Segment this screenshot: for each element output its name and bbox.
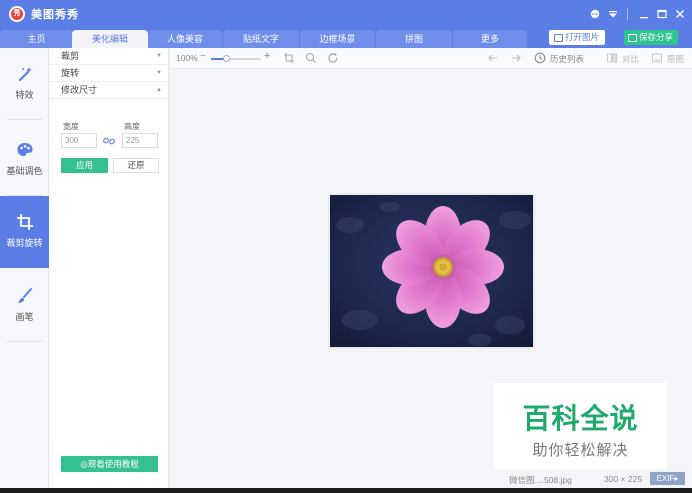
- app-title: 美图秀秀: [31, 9, 79, 21]
- rail-item-brush[interactable]: 画笔: [0, 270, 49, 342]
- left-rail: 特效 基础调色 裁剪旋转 画笔: [0, 48, 49, 488]
- exif-label: EXIF: [656, 474, 675, 483]
- rail-item-label: 基础调色: [6, 166, 43, 176]
- tab-collage[interactable]: 拼图: [376, 30, 452, 48]
- exif-button[interactable]: EXIF▸: [650, 472, 685, 485]
- rail-item-effects[interactable]: 特效: [0, 48, 49, 120]
- rail-divider: [6, 341, 43, 342]
- title-divider: [627, 8, 628, 20]
- rail-item-basic-color[interactable]: 基础调色: [0, 124, 49, 196]
- chevron-down-icon: ▼: [156, 53, 162, 59]
- close-icon[interactable]: [672, 6, 688, 22]
- canvas-toolbar: 100% − + 历史列表 对比 原图: [170, 48, 692, 69]
- open-image-button[interactable]: 打开图片: [549, 30, 605, 45]
- section-label: 裁剪: [61, 51, 80, 61]
- image-dimensions: 300 × 225: [604, 474, 643, 484]
- chevron-down-icon: ▼: [156, 70, 162, 76]
- save-share-button[interactable]: 保存分享: [624, 30, 678, 45]
- main-tabs: 主页 美化编辑 人像美容 贴纸文字 边框场景 拼图 更多 打开图片 保存分享: [0, 28, 692, 48]
- os-taskbar: [0, 488, 692, 493]
- chevron-right-icon: ▸: [674, 474, 679, 483]
- tool-panel: 裁剪 ▼ 旋转 ▼ 修改尺寸 ▲ 宽度 高度 应用 还原 ◎观看使用教程: [49, 48, 169, 488]
- status-bar: 微信图....508.jpg 300 × 225 EXIF▸: [170, 470, 692, 488]
- save-share-label: 保存分享: [639, 32, 674, 42]
- edited-photo-cosmos-flower[interactable]: [330, 195, 533, 347]
- height-input[interactable]: [122, 133, 158, 148]
- zoom-slider[interactable]: [211, 55, 261, 62]
- tab-sticker-text[interactable]: 贴纸文字: [223, 30, 299, 48]
- undo-arrow-icon[interactable]: [487, 52, 499, 64]
- rail-item-label: 裁剪旋转: [6, 238, 43, 248]
- tab-beautify-edit[interactable]: 美化编辑: [72, 30, 148, 48]
- original-image-button[interactable]: 原图: [667, 53, 684, 65]
- zoom-in-icon[interactable]: +: [264, 50, 270, 62]
- settings-menu-icon[interactable]: [605, 6, 621, 22]
- title-bar: 秀 美图秀秀: [0, 0, 692, 28]
- tab-more[interactable]: 更多: [453, 30, 527, 48]
- section-rotate[interactable]: 旋转 ▼: [49, 65, 168, 82]
- redo-arrow-icon[interactable]: [510, 52, 522, 64]
- section-label: 修改尺寸: [61, 85, 98, 95]
- feedback-icon[interactable]: [587, 6, 603, 22]
- compare-button[interactable]: 对比: [622, 53, 639, 65]
- tab-portrait[interactable]: 人像美容: [148, 30, 222, 48]
- reset-button[interactable]: 还原: [113, 158, 159, 173]
- maximize-icon[interactable]: [654, 6, 670, 22]
- height-label: 高度: [124, 122, 140, 131]
- chevron-up-icon: ▲: [156, 87, 162, 93]
- width-input[interactable]: [61, 133, 97, 148]
- brush-icon: [15, 286, 35, 306]
- original-image-icon[interactable]: [651, 52, 663, 64]
- apply-button[interactable]: 应用: [61, 158, 108, 173]
- open-image-label: 打开图片: [565, 32, 600, 42]
- file-name: 微信图....508.jpg: [509, 475, 572, 485]
- image-icon: [554, 33, 563, 42]
- palette-icon: [15, 140, 35, 160]
- zoom-out-icon[interactable]: −: [200, 51, 206, 62]
- app-logo-icon: 秀: [9, 6, 25, 22]
- compare-icon[interactable]: [606, 52, 618, 64]
- zoom-slider-handle[interactable]: [223, 55, 230, 62]
- zoom-level-label: 100%: [176, 53, 198, 63]
- tab-home[interactable]: 主页: [0, 30, 73, 48]
- magic-wand-icon: [15, 64, 35, 84]
- watermark-badge: 百科全说 助你轻松解决: [494, 383, 667, 469]
- magnify-icon[interactable]: [305, 52, 317, 64]
- section-resize[interactable]: 修改尺寸 ▲: [49, 82, 168, 99]
- rail-item-label: 画笔: [15, 312, 34, 322]
- window-controls: [585, 0, 688, 28]
- section-crop[interactable]: 裁剪 ▼: [49, 48, 168, 65]
- fit-crop-icon[interactable]: [283, 52, 295, 64]
- section-label: 旋转: [61, 68, 80, 78]
- rail-item-label: 特效: [15, 90, 34, 100]
- rail-divider: [6, 119, 43, 120]
- watermark-title: 百科全说: [522, 402, 639, 435]
- minimize-icon[interactable]: [636, 6, 652, 22]
- rotate-refresh-icon[interactable]: [327, 52, 339, 64]
- export-icon: [628, 33, 637, 42]
- history-list-button[interactable]: 历史列表: [550, 53, 584, 65]
- app-logo-mark: 秀: [11, 8, 23, 20]
- history-clock-icon[interactable]: [534, 52, 546, 64]
- rail-item-crop-rotate[interactable]: 裁剪旋转: [0, 196, 49, 268]
- watch-tutorial-button[interactable]: ◎观看使用教程: [61, 456, 158, 472]
- crop-icon: [15, 212, 35, 232]
- tab-frame-scene[interactable]: 边框场景: [300, 30, 375, 48]
- width-label: 宽度: [63, 122, 79, 131]
- watermark-subtitle: 助你轻松解决: [532, 441, 629, 459]
- lock-ratio-link-icon[interactable]: [102, 134, 116, 148]
